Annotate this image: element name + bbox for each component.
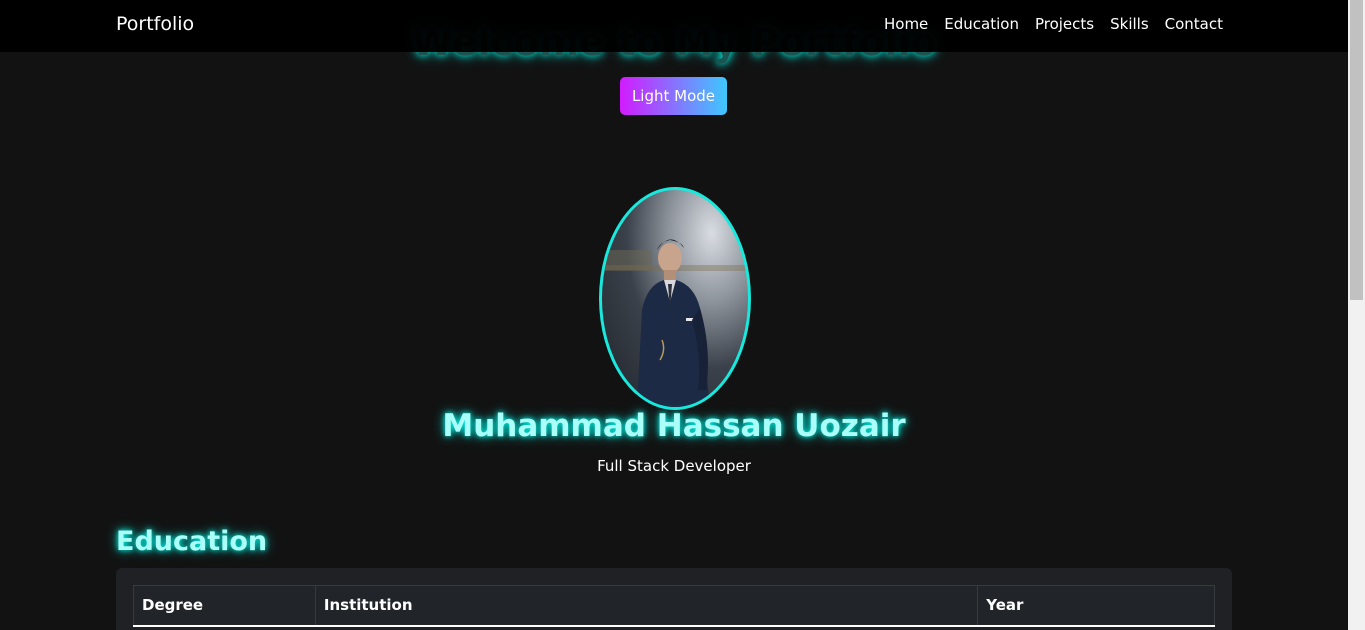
scrollbar-thumb[interactable] xyxy=(1350,0,1363,300)
profile-photo-figure xyxy=(602,239,748,407)
profile-role: Full Stack Developer xyxy=(597,457,751,475)
nav-links: Home Education Projects Skills Contact xyxy=(868,15,1223,33)
nav-link-skills[interactable]: Skills xyxy=(1110,15,1149,33)
education-table: Degree Institution Year xyxy=(133,585,1215,627)
nav-link-home[interactable]: Home xyxy=(884,15,928,33)
table-header-degree: Degree xyxy=(133,585,316,627)
profile-name: Muhammad Hassan Uozair xyxy=(442,408,906,444)
profile-photo xyxy=(599,187,751,410)
light-mode-toggle-button[interactable]: Light Mode xyxy=(620,77,727,115)
nav-link-education[interactable]: Education xyxy=(944,15,1019,33)
vertical-scrollbar[interactable] xyxy=(1348,0,1365,630)
education-section-title: Education xyxy=(116,526,268,557)
nav-link-contact[interactable]: Contact xyxy=(1165,15,1223,33)
table-header-year: Year xyxy=(977,585,1215,627)
nav-link-projects[interactable]: Projects xyxy=(1035,15,1094,33)
education-card: Degree Institution Year xyxy=(116,568,1232,630)
brand-link[interactable]: Portfolio xyxy=(116,13,194,35)
table-header-row: Degree Institution Year xyxy=(133,585,1215,627)
page-viewport: Welcome to My Portfolio Portfolio Home E… xyxy=(0,0,1348,630)
table-header-institution: Institution xyxy=(314,585,979,627)
navbar: Portfolio Home Education Projects Skills… xyxy=(0,0,1348,52)
